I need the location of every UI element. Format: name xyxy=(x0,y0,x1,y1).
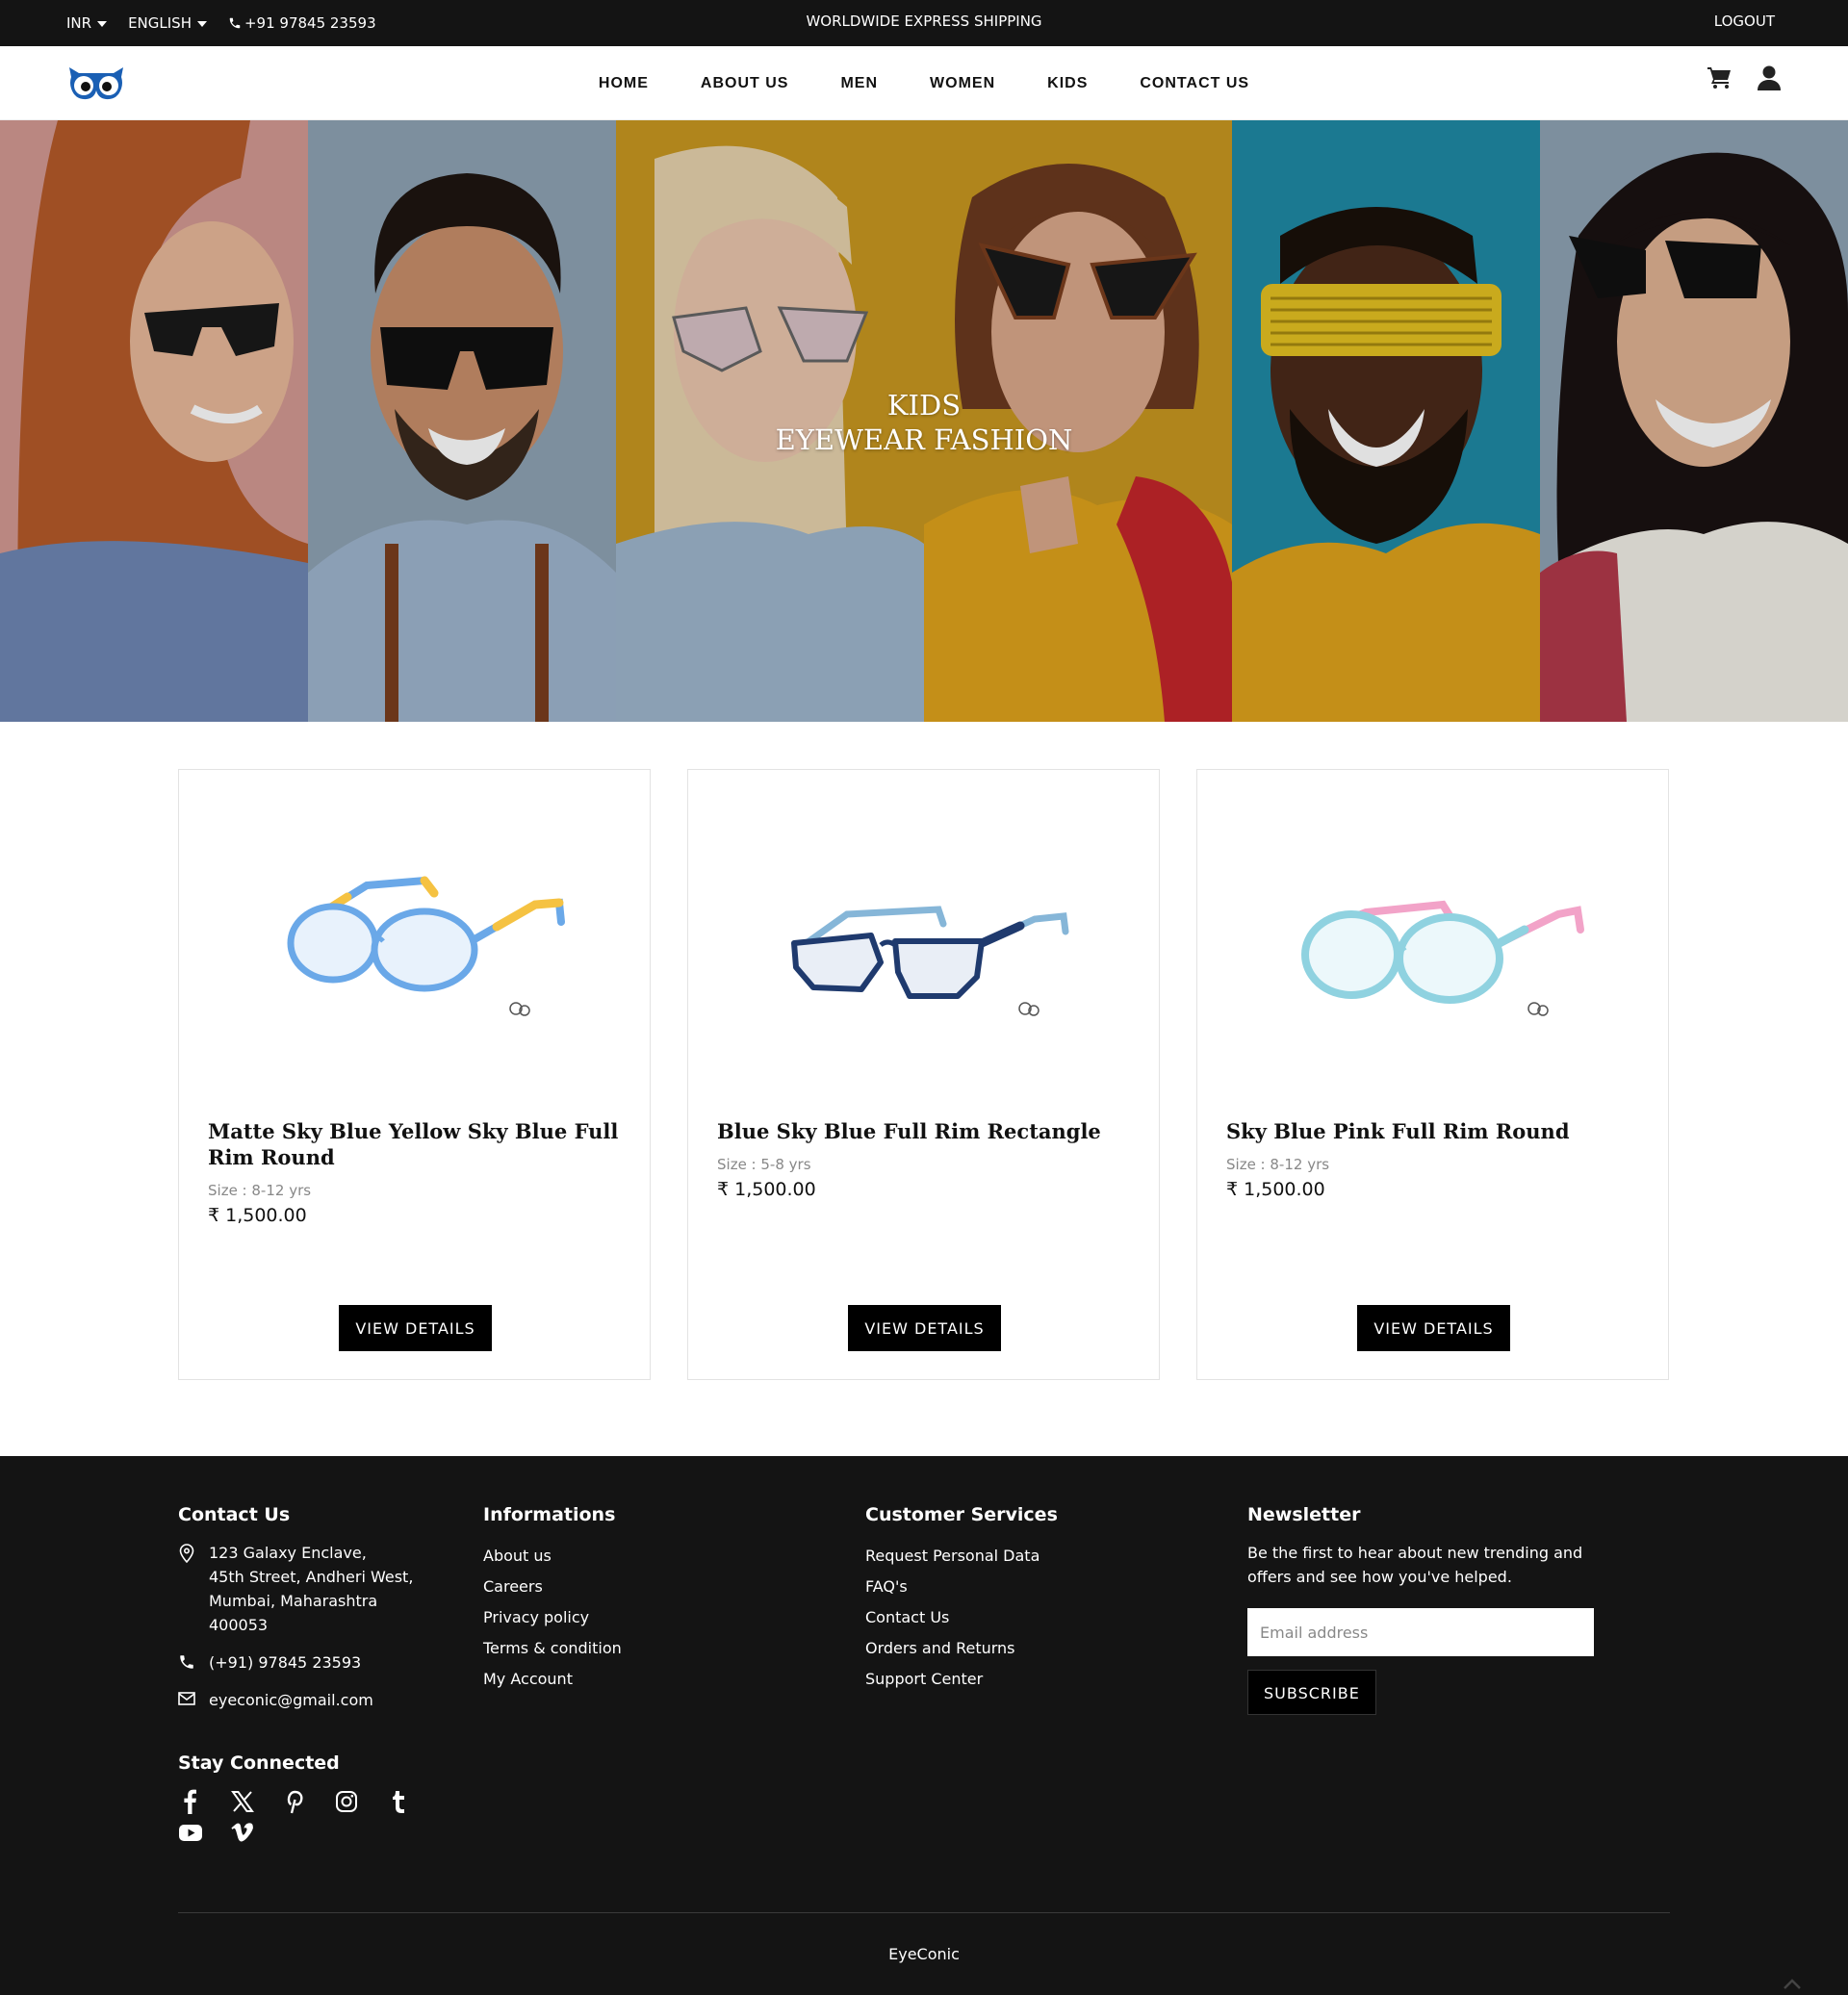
age-badge-icon xyxy=(1018,1002,1040,1016)
facebook-icon[interactable] xyxy=(178,1789,203,1814)
owl-logo-icon xyxy=(69,67,123,100)
scroll-to-top-icon[interactable] xyxy=(1783,1976,1802,1991)
nav-item-contact-us[interactable]: CONTACT US xyxy=(1114,75,1275,92)
currency-label: INR xyxy=(66,14,92,32)
hero-title-line-2: EYEWEAR FASHION xyxy=(775,423,1073,456)
footer-customer-services-title: Customer Services xyxy=(865,1504,1058,1525)
product-size: Size : 5-8 yrs xyxy=(717,1156,811,1173)
footer-phone[interactable]: (+91) 97845 23593 xyxy=(209,1650,361,1675)
language-label: ENGLISH xyxy=(128,14,192,32)
vimeo-icon[interactable] xyxy=(230,1820,255,1845)
site-footer: Contact Us 123 Galaxy Enclave, 45th Stre… xyxy=(0,1456,1848,1995)
instagram-icon[interactable] xyxy=(334,1789,359,1814)
footer-link-about-us[interactable]: About us xyxy=(483,1541,622,1572)
age-badge-icon xyxy=(1527,1002,1549,1016)
tumblr-icon[interactable] xyxy=(386,1789,411,1814)
product-name[interactable]: Matte Sky Blue Yellow Sky Blue Full Rim … xyxy=(208,1118,622,1170)
footer-divider xyxy=(178,1912,1670,1913)
footer-link-terms[interactable]: Terms & condition xyxy=(483,1633,622,1664)
hero-banner: KIDS EYEWEAR FASHION xyxy=(0,120,1848,722)
top-phone[interactable]: +91 97845 23593 xyxy=(228,14,376,32)
footer-link-faqs[interactable]: FAQ's xyxy=(865,1572,1058,1602)
footer-link-request-data[interactable]: Request Personal Data xyxy=(865,1541,1058,1572)
newsletter-email-input[interactable] xyxy=(1247,1608,1594,1656)
footer-link-orders-returns[interactable]: Orders and Returns xyxy=(865,1633,1058,1664)
cart-icon[interactable] xyxy=(1707,66,1732,93)
stay-connected-title: Stay Connected xyxy=(178,1752,340,1774)
nav-menu: HOME ABOUT US MEN WOMEN KIDS CONTACT US xyxy=(573,75,1275,92)
footer-email[interactable]: eyeconic@gmail.com xyxy=(209,1688,373,1712)
map-pin-icon xyxy=(179,1544,194,1563)
footer-address: 123 Galaxy Enclave, 45th Street, Andheri… xyxy=(209,1544,414,1634)
top-bar: INR ENGLISH +91 97845 23593 WORLDWIDE EX… xyxy=(0,0,1848,46)
view-details-button[interactable]: VIEW DETAILS xyxy=(848,1305,1001,1351)
phone-icon xyxy=(180,1655,193,1669)
footer-contact: Contact Us 123 Galaxy Enclave, 45th Stre… xyxy=(178,1504,428,1726)
nav-item-about-us[interactable]: ABOUT US xyxy=(675,75,815,92)
newsletter-text: Be the first to hear about new trending … xyxy=(1247,1544,1583,1586)
product-name[interactable]: Sky Blue Pink Full Rim Round xyxy=(1226,1118,1640,1144)
product-image[interactable] xyxy=(179,828,652,1020)
nav-item-men[interactable]: MEN xyxy=(814,75,904,92)
x-icon[interactable] xyxy=(230,1789,255,1814)
user-icon[interactable] xyxy=(1758,65,1781,94)
footer-newsletter-title: Newsletter xyxy=(1247,1504,1361,1525)
footer-informations-title: Informations xyxy=(483,1504,616,1525)
pinterest-icon[interactable] xyxy=(282,1789,307,1814)
footer-customer-services: Customer Services Request Personal Data … xyxy=(865,1504,1058,1695)
product-price: ₹ 1,500.00 xyxy=(717,1179,816,1200)
footer-link-my-account[interactable]: My Account xyxy=(483,1664,622,1695)
nav-item-women[interactable]: WOMEN xyxy=(904,75,1021,92)
language-select[interactable]: ENGLISH xyxy=(128,14,207,32)
product-size: Size : 8-12 yrs xyxy=(208,1182,312,1199)
product-image[interactable] xyxy=(688,828,1161,1020)
view-details-button[interactable]: VIEW DETAILS xyxy=(1357,1305,1510,1351)
footer-link-support-center[interactable]: Support Center xyxy=(865,1664,1058,1695)
product-name[interactable]: Blue Sky Blue Full Rim Rectangle xyxy=(717,1118,1131,1144)
currency-select[interactable]: INR xyxy=(66,14,108,32)
product-grid: Matte Sky Blue Yellow Sky Blue Full Rim … xyxy=(178,769,1670,1380)
nav-item-home[interactable]: HOME xyxy=(573,75,675,92)
age-badge-icon xyxy=(509,1002,530,1016)
product-size: Size : 8-12 yrs xyxy=(1226,1156,1330,1173)
product-image[interactable] xyxy=(1197,828,1670,1020)
product-card: Blue Sky Blue Full Rim Rectangle Size : … xyxy=(687,769,1160,1380)
nav-item-kids[interactable]: KIDS xyxy=(1021,75,1114,92)
footer-link-privacy-policy[interactable]: Privacy policy xyxy=(483,1602,622,1633)
caret-down-icon xyxy=(196,21,207,27)
main-navbar: HOME ABOUT US MEN WOMEN KIDS CONTACT US xyxy=(0,46,1848,120)
subscribe-button[interactable]: SUBSCRIBE xyxy=(1247,1670,1376,1715)
footer-informations: Informations About us Careers Privacy po… xyxy=(483,1504,622,1695)
product-card: Matte Sky Blue Yellow Sky Blue Full Rim … xyxy=(178,769,651,1380)
hero-title-line-1: KIDS xyxy=(886,389,962,422)
footer-stay-connected: Stay Connected xyxy=(178,1752,438,1845)
view-details-button[interactable]: VIEW DETAILS xyxy=(339,1305,492,1351)
product-card: Sky Blue Pink Full Rim Round Size : 8-12… xyxy=(1196,769,1669,1380)
top-phone-number: +91 97845 23593 xyxy=(244,14,376,32)
caret-down-icon xyxy=(97,21,108,27)
youtube-icon[interactable] xyxy=(178,1820,203,1845)
site-logo[interactable] xyxy=(65,62,127,102)
footer-link-contact-us[interactable]: Contact Us xyxy=(865,1602,1058,1633)
envelope-icon xyxy=(178,1692,195,1705)
product-price: ₹ 1,500.00 xyxy=(208,1205,307,1226)
footer-newsletter: Newsletter Be the first to hear about ne… xyxy=(1247,1504,1594,1715)
product-price: ₹ 1,500.00 xyxy=(1226,1179,1325,1200)
footer-contact-title: Contact Us xyxy=(178,1504,291,1525)
footer-link-careers[interactable]: Careers xyxy=(483,1572,622,1602)
footer-copyright: EyeConic xyxy=(888,1945,960,1963)
logout-link[interactable]: LOGOUT xyxy=(1714,0,1775,42)
phone-icon xyxy=(229,17,241,29)
announcement-text: WORLDWIDE EXPRESS SHIPPING xyxy=(806,13,1042,30)
hero-title: KIDS EYEWEAR FASHION xyxy=(0,388,1848,457)
